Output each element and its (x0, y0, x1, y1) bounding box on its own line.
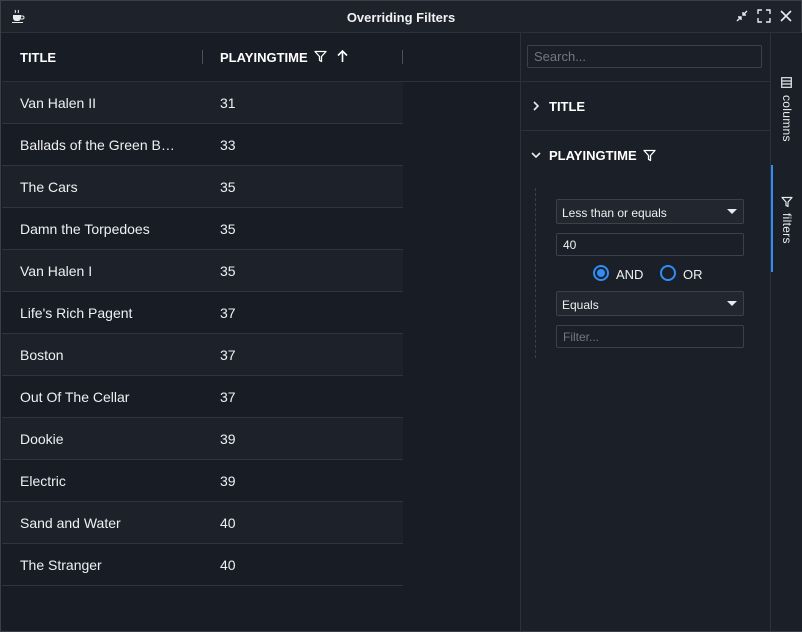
filter-form: Less than or equals AND OR Equals (535, 188, 770, 363)
column-resize-handle[interactable] (402, 50, 403, 64)
condition-1-operator-select[interactable]: Less than or equals (556, 199, 744, 224)
cell-title: Boston (20, 347, 64, 363)
filter-section-title[interactable]: TITLE (521, 81, 770, 130)
filter-icon (781, 196, 793, 208)
cell-title: Out Of The Cellar (20, 389, 130, 405)
cell-title: Sand and Water (20, 515, 121, 531)
radio-and[interactable] (593, 265, 609, 281)
cell-playingtime: 39 (220, 473, 236, 489)
columns-icon (781, 77, 792, 88)
cell-title: Damn the Torpedoes (20, 221, 150, 237)
search-input[interactable] (527, 45, 762, 68)
table-row[interactable]: Out Of The Cellar 37 (2, 376, 403, 418)
filter-icon (643, 149, 656, 162)
table-row[interactable]: Van Halen I 35 (2, 250, 403, 292)
title-bar: Overriding Filters (1, 1, 801, 33)
cell-playingtime: 40 (220, 557, 236, 573)
column-resize-handle[interactable] (202, 50, 203, 64)
condition-2-value-input[interactable] (556, 325, 744, 348)
sort-ascending-icon[interactable] (336, 49, 349, 63)
cell-title: The Stranger (20, 557, 102, 573)
cell-title: Ballads of the Green Ber... (20, 137, 182, 153)
condition-2-operator-select[interactable]: Equals (556, 291, 744, 316)
chevron-down-icon[interactable] (530, 149, 542, 161)
column-header-title[interactable]: TITLE (20, 50, 56, 65)
condition-1-value-input[interactable] (556, 233, 744, 256)
column-header-playingtime[interactable]: PLAYINGTIME (220, 50, 308, 65)
cell-title: Electric (20, 473, 66, 489)
chevron-right-icon[interactable] (530, 100, 542, 112)
cell-playingtime: 37 (220, 347, 236, 363)
cell-title: Dookie (20, 431, 64, 447)
table-row[interactable]: The Cars 35 (2, 166, 403, 208)
selected-option: Equals (562, 298, 599, 312)
table-row[interactable]: Boston 37 (2, 334, 403, 376)
window-title: Overriding Filters (346, 10, 456, 25)
table-row[interactable]: Van Halen II 31 (2, 82, 403, 124)
cell-playingtime: 39 (220, 431, 236, 447)
table-row[interactable]: Ballads of the Green Ber... 33 (2, 124, 403, 166)
tab-filters-label: filters (780, 213, 794, 244)
cell-playingtime: 35 (220, 179, 236, 195)
tab-columns[interactable]: columns (771, 77, 802, 165)
table-row[interactable]: Life's Rich Pagent 37 (2, 292, 403, 334)
radio-or[interactable] (660, 265, 676, 281)
collapse-icon[interactable] (735, 9, 749, 23)
cell-playingtime: 35 (220, 221, 236, 237)
radio-and-label[interactable]: AND (616, 267, 643, 282)
cell-playingtime: 31 (220, 95, 236, 111)
selected-option: Less than or equals (562, 206, 667, 220)
table-row[interactable]: Damn the Torpedoes 35 (2, 208, 403, 250)
cell-playingtime: 35 (220, 263, 236, 279)
filter-tool-panel: TITLE PLAYINGTIME Less than or equals AN… (520, 33, 770, 631)
radio-or-label[interactable]: OR (683, 267, 703, 282)
cell-playingtime: 33 (220, 137, 236, 153)
table-row[interactable]: Electric 39 (2, 460, 403, 502)
filter-icon[interactable] (314, 50, 327, 63)
cell-playingtime: 40 (220, 515, 236, 531)
cell-title: Van Halen I (20, 263, 93, 279)
table-row[interactable]: Sand and Water 40 (2, 502, 403, 544)
tab-filters[interactable]: filters (771, 165, 802, 272)
grid-body: Van Halen II 31 Ballads of the Green Ber… (2, 82, 403, 586)
cell-title: Life's Rich Pagent (20, 305, 133, 321)
cell-title: Van Halen II (20, 95, 97, 111)
cell-playingtime: 37 (220, 305, 236, 321)
filter-section-playingtime[interactable]: PLAYINGTIME (521, 130, 770, 179)
app-window: Overriding Filters TITLE PLAYINGTIME Van (0, 0, 802, 632)
table-row[interactable]: Dookie 39 (2, 418, 403, 460)
section-label: PLAYINGTIME (549, 148, 637, 163)
divider (535, 188, 536, 358)
cell-title: The Cars (20, 179, 78, 195)
table-row[interactable]: The Stranger 40 (2, 544, 403, 586)
grid-header: TITLE PLAYINGTIME (2, 33, 520, 82)
section-label: TITLE (549, 99, 586, 114)
maximize-icon[interactable] (757, 9, 771, 23)
close-icon[interactable] (779, 9, 793, 23)
data-grid: TITLE PLAYINGTIME Van Halen II 31 Ballad… (2, 33, 520, 631)
chevron-down-icon (727, 301, 737, 306)
cell-playingtime: 37 (220, 389, 236, 405)
chevron-down-icon (727, 209, 737, 214)
side-bar: columns filters (770, 33, 802, 631)
tab-columns-label: columns (780, 95, 794, 142)
